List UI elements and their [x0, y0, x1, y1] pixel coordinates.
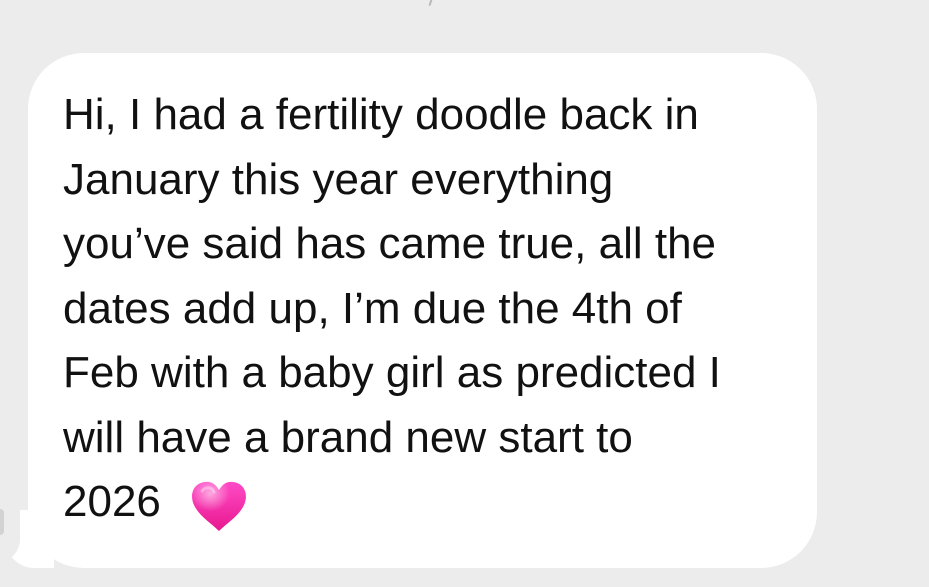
message-line-3: you’ve said has came true, all the	[63, 219, 717, 268]
pink-heart-icon	[192, 481, 246, 531]
message-line-2: January this year everything	[63, 154, 614, 204]
message-line-6: will have a brand new start to	[63, 412, 633, 462]
message-text: Hi, I had a fertility doodle back in Jan…	[63, 83, 793, 535]
message-line-7: 2026	[63, 470, 793, 535]
message-bubble-container: Hi, I had a fertility doodle back in Jan…	[0, 0, 929, 587]
message-line-5: Feb with a baby girl as predicted I	[63, 348, 721, 397]
message-line-1: Hi, I had a fertility doodle back in	[63, 90, 699, 139]
left-edge-indicator	[0, 509, 4, 535]
message-line-4: dates add up, I’m due the 4th of	[63, 283, 682, 333]
message-year: 2026	[63, 477, 161, 526]
